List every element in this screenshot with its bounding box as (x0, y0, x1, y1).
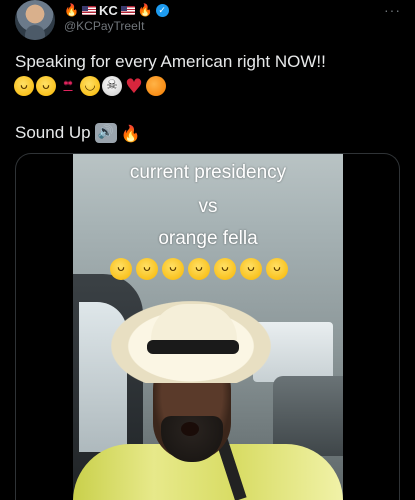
tears-of-joy-emoji-icon: ᴗ (162, 258, 184, 280)
video-media[interactable]: current presidency vs orange fella ᴗ ᴗ ᴗ… (15, 153, 400, 500)
red-heart-emoji-icon: ♥ (125, 74, 143, 98)
tears-of-joy-emoji-icon: ᴗ (240, 258, 262, 280)
video-caption-line: orange fella (158, 228, 258, 249)
tears-of-joy-emoji-icon: ᴗ (266, 258, 288, 280)
tweet-header: 🔥 KC 🔥 ✓ @KCPayTreeIt (64, 2, 375, 33)
us-flag-icon (81, 5, 96, 15)
video-caption-emojis: ᴗ ᴗ ᴗ ᴗ ᴗ ᴗ ᴗ (110, 258, 288, 280)
tweet-emoji-line: ᴗ ᴗ ᕯ ◡ ☠ ♥ (14, 74, 166, 98)
avatar[interactable] (15, 0, 55, 40)
speaker-icon: 🔊 (94, 123, 117, 143)
us-flag-icon (120, 5, 135, 15)
tears-of-joy-emoji-icon: ᴗ (36, 76, 56, 96)
tears-of-joy-emoji-icon: ᴗ (214, 258, 236, 280)
tears-of-joy-emoji-icon: ᴗ (188, 258, 210, 280)
sound-line: Sound Up 🔊 🔥 (15, 121, 141, 145)
hat-band (147, 340, 239, 354)
more-options-icon[interactable]: ··· (384, 2, 401, 18)
verified-badge-icon: ✓ (155, 3, 169, 17)
sound-up-text: Sound Up (15, 123, 91, 142)
video-caption-line: current presidency (129, 162, 287, 183)
skull-emoji-icon: ☠ (102, 76, 122, 96)
loudly-crying-emoji-icon: ◡ (80, 76, 100, 96)
name-row[interactable]: 🔥 KC 🔥 ✓ (64, 2, 375, 18)
tears-of-joy-emoji-icon: ᴗ (110, 258, 132, 280)
handle[interactable]: @KCPayTreeIt (64, 19, 375, 33)
tears-of-joy-emoji-icon: ᴗ (136, 258, 158, 280)
video-frame[interactable]: current presidency vs orange fella ᴗ ᴗ ᴗ… (73, 154, 343, 500)
hundred-emoji-icon: ᕯ (63, 79, 73, 92)
display-name[interactable]: KC (99, 3, 118, 18)
fire-icon: 🔥 (64, 3, 79, 17)
tweet-text: Speaking for every American right NOW!! (15, 52, 326, 71)
person-mouth (181, 422, 199, 436)
video-caption-line: vs (198, 196, 218, 217)
fire-icon: 🔥 (137, 3, 153, 17)
fire-icon: 🔥 (120, 123, 141, 143)
tangerine-emoji-icon (146, 76, 166, 96)
tweet: 🔥 KC 🔥 ✓ @KCPayTreeIt ··· Speaking for e… (0, 0, 415, 500)
rolling-laughing-emoji-icon: ᴗ (14, 76, 34, 96)
